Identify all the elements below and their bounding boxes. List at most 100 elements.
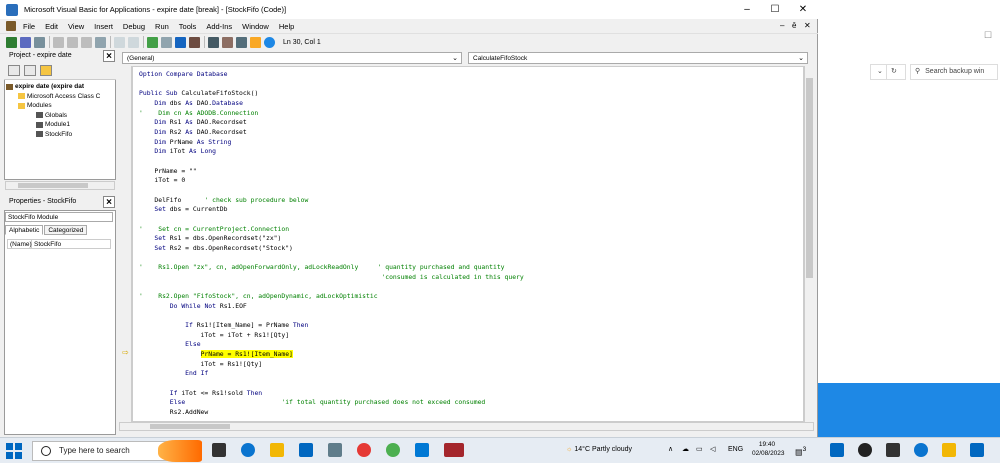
network-icon[interactable]: ▭ xyxy=(696,437,703,463)
code-line[interactable]: 'consumed is calculated in this query xyxy=(139,273,523,283)
code-line[interactable] xyxy=(139,282,524,292)
code-line[interactable] xyxy=(139,215,524,225)
redo-icon[interactable] xyxy=(128,36,139,48)
code-line[interactable]: Else 'if total quantity purchased does n… xyxy=(139,398,524,408)
search-icon[interactable] xyxy=(858,443,872,457)
code-line[interactable]: End If xyxy=(139,369,524,379)
weather-widget[interactable]: ☼ 14°C Partly cloudy xyxy=(566,437,632,463)
run-icon[interactable] xyxy=(147,36,158,48)
windows-start-icon[interactable] xyxy=(6,442,22,459)
code-line[interactable]: ' Rs2.Open "FifoStock", cn, adOpenDynami… xyxy=(139,292,524,302)
mdi-restore-button[interactable]: ē xyxy=(792,19,796,33)
tree-module-module1[interactable]: Module1 xyxy=(6,120,100,130)
code-line[interactable] xyxy=(139,379,524,389)
scroll-thumb[interactable] xyxy=(18,183,88,188)
maximize-button[interactable]: ☐ xyxy=(761,0,789,19)
scroll-thumb[interactable] xyxy=(150,424,230,429)
browser-maximize-icon[interactable]: ☐ xyxy=(984,30,992,41)
chrome-icon[interactable] xyxy=(386,443,400,457)
insert-module-icon[interactable] xyxy=(20,36,31,48)
code-line[interactable]: Dim PrName As String xyxy=(139,138,524,148)
vba-menu-icon[interactable] xyxy=(6,21,16,31)
property-row-name[interactable]: (Name) StockFifo xyxy=(7,239,111,249)
file-explorer-icon[interactable] xyxy=(270,443,284,457)
code-line[interactable] xyxy=(139,80,524,90)
code-line[interactable]: Dim dbs As DAO.Database xyxy=(139,99,524,109)
mdi-close-button[interactable]: ✕ xyxy=(804,19,811,33)
paste-icon[interactable] xyxy=(81,36,92,48)
code-line[interactable]: Option Compare Database xyxy=(139,70,524,80)
code-line[interactable]: Public Sub CalculateFifoStock() xyxy=(139,89,524,99)
view-object-icon[interactable] xyxy=(24,65,36,76)
code-line[interactable]: Do While Not Rs1.EOF xyxy=(139,302,524,312)
menu-insert[interactable]: Insert xyxy=(91,22,116,31)
code-line[interactable]: If iTot <= Rs1!sold Then xyxy=(139,389,524,399)
view-access-icon[interactable] xyxy=(6,36,17,48)
project-pane-close-icon[interactable]: × xyxy=(103,50,115,62)
tree-module-globals[interactable]: Globals xyxy=(6,111,100,121)
code-line[interactable]: PrName = "" xyxy=(139,167,524,177)
properties-object-select[interactable]: StockFifo Module xyxy=(5,212,113,222)
code-line[interactable]: DelFifo ' check sub procedure below xyxy=(139,196,524,206)
onedrive-icon[interactable]: ☁ xyxy=(682,437,689,463)
undo-icon[interactable] xyxy=(114,36,125,48)
menu-window[interactable]: Window xyxy=(239,22,272,31)
calculator-icon[interactable] xyxy=(328,443,342,457)
language-indicator[interactable]: ENG xyxy=(728,437,743,463)
windows-start-icon[interactable] xyxy=(830,443,844,457)
reset-icon[interactable] xyxy=(175,36,186,48)
code-line[interactable]: Dim Rs2 As DAO.Recordset xyxy=(139,128,524,138)
code-line[interactable] xyxy=(139,157,524,167)
outlook-icon[interactable] xyxy=(415,443,429,457)
minimize-button[interactable]: – xyxy=(733,0,761,19)
menu-run[interactable]: Run xyxy=(152,22,172,31)
code-line[interactable] xyxy=(139,253,524,263)
file-explorer-icon[interactable] xyxy=(942,443,956,457)
edge-icon[interactable] xyxy=(241,443,255,457)
code-line[interactable]: PrName = Rs1![Item_Name] xyxy=(139,350,524,360)
code-line[interactable] xyxy=(139,311,524,321)
tree-project-node[interactable]: expire date (expire dat xyxy=(6,82,100,92)
code-vscrollbar[interactable] xyxy=(804,66,814,422)
project-explorer-icon[interactable] xyxy=(208,36,219,48)
copy-icon[interactable] xyxy=(67,36,78,48)
menu-view[interactable]: View xyxy=(65,22,87,31)
code-line[interactable]: Set dbs = CurrentDb xyxy=(139,205,524,215)
code-line[interactable]: Dim Rs1 As DAO.Recordset xyxy=(139,118,524,128)
save-icon[interactable] xyxy=(34,36,45,48)
object-combo[interactable]: (General) ⌄ xyxy=(122,52,462,64)
refresh-icon[interactable]: ↻ xyxy=(886,64,906,80)
toolbox-icon[interactable] xyxy=(250,36,261,48)
menu-addins[interactable]: Add-Ins xyxy=(203,22,235,31)
code-line[interactable]: Else xyxy=(139,340,524,350)
tree-modules-node[interactable]: Modules xyxy=(6,101,100,111)
menu-help[interactable]: Help xyxy=(276,22,297,31)
view-code-icon[interactable] xyxy=(8,65,20,76)
properties-window-icon[interactable] xyxy=(222,36,233,48)
code-line[interactable]: iTot = 0 xyxy=(139,176,524,186)
code-line[interactable]: ' Dim cn As ADODB.Connection xyxy=(139,109,524,119)
code-line[interactable]: ' Set cn = CurrentProject.Connection xyxy=(139,225,524,235)
code-line[interactable]: Set Rs2 = dbs.OpenRecordset("Stock") xyxy=(139,244,524,254)
find-icon[interactable] xyxy=(95,36,106,48)
cut-icon[interactable] xyxy=(53,36,64,48)
task-view-icon[interactable] xyxy=(886,443,900,457)
clock[interactable]: 19:40 02/08/2023 xyxy=(752,440,785,458)
code-line[interactable]: Set Rs1 = dbs.OpenRecordset("zx") xyxy=(139,234,524,244)
code-line[interactable] xyxy=(139,186,524,196)
tab-alphabetic[interactable]: Alphabetic xyxy=(5,225,44,235)
code-line[interactable]: iTot = Rs1![Qty] xyxy=(139,360,524,370)
procedure-combo[interactable]: CalculateFifoStock ⌄ xyxy=(468,52,808,64)
properties-pane-close-icon[interactable]: × xyxy=(103,196,115,208)
tab-categorized[interactable]: Categorized xyxy=(44,225,88,235)
code-line[interactable]: ' Rs1.Open "zx", cn, adOpenForwardOnly, … xyxy=(139,263,524,273)
code-margin-indicator-bar[interactable] xyxy=(119,66,132,422)
code-line[interactable]: Rs2.AddNew xyxy=(139,408,524,418)
code-editor[interactable]: Option Compare Database Public Sub Calcu… xyxy=(132,66,804,422)
close-button[interactable]: ✕ xyxy=(789,0,817,19)
mdi-minimize-button[interactable]: – xyxy=(780,19,784,33)
code-lines[interactable]: Option Compare Database Public Sub Calcu… xyxy=(139,70,524,418)
code-line[interactable]: Dim iTot As Long xyxy=(139,147,524,157)
project-hscrollbar[interactable] xyxy=(5,181,115,190)
design-mode-icon[interactable] xyxy=(189,36,200,48)
